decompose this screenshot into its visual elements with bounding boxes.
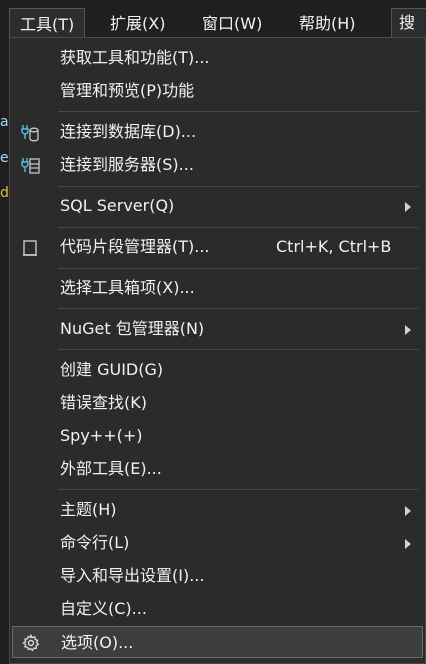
submenu-arrow-icon	[405, 506, 411, 516]
menu-item-connect-server[interactable]: 连接到服务器(S)...	[10, 149, 425, 181]
menu-item-label: 连接到服务器(S)...	[60, 155, 194, 174]
menu-item-get-tools[interactable]: 获取工具和功能(T)...	[10, 42, 425, 74]
menu-item-label: 命令行(L)	[60, 533, 130, 552]
menu-item-error-lookup[interactable]: 错误查找(K)	[10, 387, 425, 419]
menu-item-label: 自定义(C)...	[60, 599, 147, 618]
menu-separator	[58, 349, 419, 350]
menu-window[interactable]: 窗口(W)	[192, 8, 272, 40]
menu-item-options[interactable]: 选项(O)...	[12, 626, 423, 658]
tools-dropdown-menu: 获取工具和功能(T)... 管理和预览(P)功能 连接到数据库(D)... 连接…	[9, 37, 426, 664]
menu-item-connect-database[interactable]: 连接到数据库(D)...	[10, 116, 425, 148]
menu-item-label: 外部工具(E)...	[60, 459, 162, 478]
menu-item-manage-preview[interactable]: 管理和预览(P)功能	[10, 75, 425, 107]
menu-separator	[58, 186, 419, 187]
menu-item-label: 选项(O)...	[61, 633, 134, 652]
search-box[interactable]: 搜索	[391, 8, 426, 60]
menu-item-shortcut: Ctrl+K, Ctrl+B	[276, 237, 392, 256]
menu-help[interactable]: 帮助(H)	[289, 8, 366, 40]
menu-item-label: 连接到数据库(D)...	[60, 122, 197, 141]
menu-item-snippets-manager[interactable]: 代码片段管理器(T)... Ctrl+K, Ctrl+B	[10, 231, 425, 263]
menu-item-label: 错误查找(K)	[60, 393, 147, 412]
menu-item-label: Spy++(+)	[60, 426, 143, 445]
menu-item-label: 管理和预览(P)功能	[60, 81, 195, 100]
menu-item-choose-toolbox[interactable]: 选择工具箱项(X)...	[10, 272, 425, 304]
menu-extensions[interactable]: 扩展(X)	[100, 8, 175, 40]
menu-separator	[58, 227, 419, 228]
bg-text-fragment: d	[0, 185, 9, 201]
menu-item-label: NuGet 包管理器(N)	[60, 319, 205, 338]
database-connect-icon	[20, 122, 40, 142]
menu-item-sql-server[interactable]: SQL Server(Q)	[10, 190, 425, 222]
menu-item-create-guid[interactable]: 创建 GUID(G)	[10, 354, 425, 386]
menu-item-customize[interactable]: 自定义(C)...	[10, 593, 425, 625]
menu-item-label: 导入和导出设置(I)...	[60, 566, 205, 585]
menu-separator	[58, 489, 419, 490]
bg-text-fragment: e	[0, 150, 9, 166]
menu-item-nuget[interactable]: NuGet 包管理器(N)	[10, 313, 425, 345]
menu-item-theme[interactable]: 主题(H)	[10, 494, 425, 526]
menu-separator	[58, 268, 419, 269]
menu-item-spy[interactable]: Spy++(+)	[10, 420, 425, 452]
submenu-arrow-icon	[405, 202, 411, 212]
bg-text-fragment: a	[0, 114, 9, 130]
menu-item-label: 获取工具和功能(T)...	[60, 48, 210, 67]
snippet-icon	[20, 237, 40, 257]
menu-item-label: SQL Server(Q)	[60, 196, 175, 215]
gear-icon	[21, 632, 41, 652]
menu-item-label: 代码片段管理器(T)...	[60, 237, 210, 256]
submenu-arrow-icon	[405, 539, 411, 549]
menu-separator	[58, 308, 419, 309]
menu-item-label: 选择工具箱项(X)...	[60, 278, 195, 297]
menu-item-label: 创建 GUID(G)	[60, 360, 164, 379]
menu-item-import-export[interactable]: 导入和导出设置(I)...	[10, 560, 425, 592]
menu-separator	[58, 111, 419, 112]
menu-item-command-line[interactable]: 命令行(L)	[10, 527, 425, 559]
submenu-arrow-icon	[405, 325, 411, 335]
server-connect-icon	[20, 155, 40, 175]
menu-item-label: 主题(H)	[60, 500, 117, 519]
menu-item-external-tools[interactable]: 外部工具(E)...	[10, 453, 425, 485]
